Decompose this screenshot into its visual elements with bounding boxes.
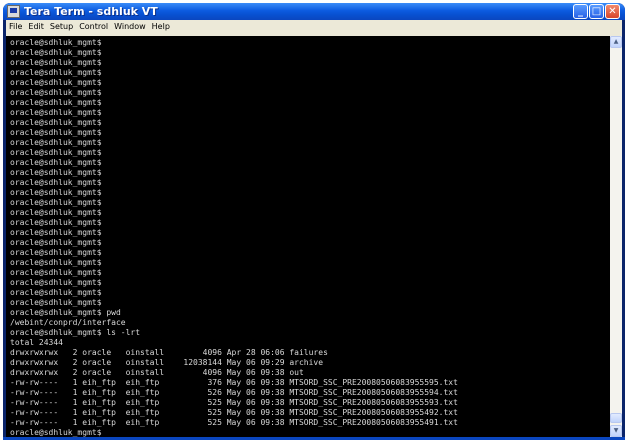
terminal-screen[interactable]: oracle@sdhluk_mgmt$ oracle@sdhluk_mgmt$ or…	[6, 36, 610, 437]
minimize-button[interactable]: _	[573, 4, 588, 19]
menu-help[interactable]: Help	[149, 20, 173, 34]
terminal-line: oracle@sdhluk_mgmt$ pwd	[10, 308, 121, 317]
window-bottom-border	[3, 437, 625, 440]
terminal-line: -rw-rw---- 1 eih_ftp eih_ftp 525 May 06 …	[10, 418, 458, 427]
terminal-line: oracle@sdhluk_mgmt$	[10, 108, 102, 117]
terminal-line: oracle@sdhluk_mgmt$ ls -lrt	[10, 328, 141, 337]
scroll-thumb[interactable]	[610, 413, 622, 423]
terminal-line: oracle@sdhluk_mgmt$	[10, 128, 102, 137]
teraterm-window: Tera Term - sdhluk VT _ □ ✕ File Edit Setu…	[3, 3, 625, 440]
terminal-line: oracle@sdhluk_mgmt$	[10, 168, 102, 177]
menu-control[interactable]: Control	[76, 20, 111, 34]
terminal-line: oracle@sdhluk_mgmt$	[10, 118, 102, 127]
terminal-line: oracle@sdhluk_mgmt$	[10, 298, 102, 307]
menu-window[interactable]: Window	[111, 20, 149, 34]
terminal-line: oracle@sdhluk_mgmt$	[10, 238, 102, 247]
terminal-line: oracle@sdhluk_mgmt$	[10, 88, 102, 97]
terminal-line: oracle@sdhluk_mgmt$	[10, 188, 102, 197]
terminal-line: oracle@sdhluk_mgmt$	[10, 38, 102, 47]
terminal-line: drwxrwxrwx 2 oracle oinstall 4096 May 06…	[10, 368, 304, 377]
terminal-line: /webint/conprd/interface	[10, 318, 126, 327]
window-title: Tera Term - sdhluk VT	[24, 5, 158, 18]
terminal-line: oracle@sdhluk_mgmt$	[10, 68, 102, 77]
terminal-line: oracle@sdhluk_mgmt$	[10, 98, 102, 107]
terminal-line: oracle@sdhluk_mgmt$	[10, 138, 102, 147]
terminal-line: oracle@sdhluk_mgmt$	[10, 148, 102, 157]
terminal-line: drwxrwxrwx 2 oracle oinstall 4096 Apr 28…	[10, 348, 328, 357]
terminal-line: -rw-rw---- 1 eih_ftp eih_ftp 525 May 06 …	[10, 408, 458, 417]
menu-setup[interactable]: Setup	[47, 20, 76, 34]
terminal-line: drwxrwxrwx 2 oracle oinstall 12038144 Ma…	[10, 358, 324, 367]
terminal-line: oracle@sdhluk_mgmt$	[10, 178, 102, 187]
terminal-line: -rw-rw---- 1 eih_ftp eih_ftp 526 May 06 …	[10, 388, 458, 397]
terminal-line: oracle@sdhluk_mgmt$	[10, 228, 102, 237]
terminal-line: oracle@sdhluk_mgmt$	[10, 58, 102, 67]
terminal-line: -rw-rw---- 1 eih_ftp eih_ftp 525 May 06 …	[10, 398, 458, 407]
teraterm-icon[interactable]	[7, 5, 20, 18]
close-button[interactable]: ✕	[605, 4, 620, 19]
title-bar[interactable]: Tera Term - sdhluk VT _ □ ✕	[3, 3, 625, 20]
menu-bar: File Edit Setup Control Window Help	[6, 20, 622, 34]
terminal-line: oracle@sdhluk_mgmt$	[10, 218, 102, 227]
terminal-line: oracle@sdhluk_mgmt$	[10, 48, 102, 57]
terminal-output: oracle@sdhluk_mgmt$ oracle@sdhluk_mgmt$ or…	[10, 38, 458, 437]
terminal-line: oracle@sdhluk_mgmt$	[10, 288, 102, 297]
terminal-line: oracle@sdhluk_mgmt$	[10, 158, 102, 167]
scroll-up-button[interactable]: ▲	[610, 36, 622, 48]
terminal-line: -rw-rw---- 1 eih_ftp eih_ftp 376 May 06 …	[10, 378, 458, 387]
terminal-line: oracle@sdhluk_mgmt$	[10, 198, 102, 207]
menu-edit[interactable]: Edit	[25, 20, 47, 34]
terminal-line: oracle@sdhluk_mgmt$	[10, 278, 102, 287]
scroll-down-button[interactable]: ▼	[610, 425, 622, 437]
terminal-line: oracle@sdhluk_mgmt$	[10, 208, 102, 217]
maximize-button[interactable]: □	[589, 4, 604, 19]
vertical-scrollbar[interactable]: ▲ ▼	[610, 36, 622, 437]
terminal-line: oracle@sdhluk_mgmt$	[10, 78, 102, 87]
terminal-line: oracle@sdhluk_mgmt$	[10, 248, 102, 257]
terminal-line: total 24344	[10, 338, 63, 347]
terminal-line: oracle@sdhluk_mgmt$	[10, 428, 102, 437]
terminal-line: oracle@sdhluk_mgmt$	[10, 268, 102, 277]
menu-file[interactable]: File	[6, 20, 25, 34]
terminal-line: oracle@sdhluk_mgmt$	[10, 258, 102, 267]
